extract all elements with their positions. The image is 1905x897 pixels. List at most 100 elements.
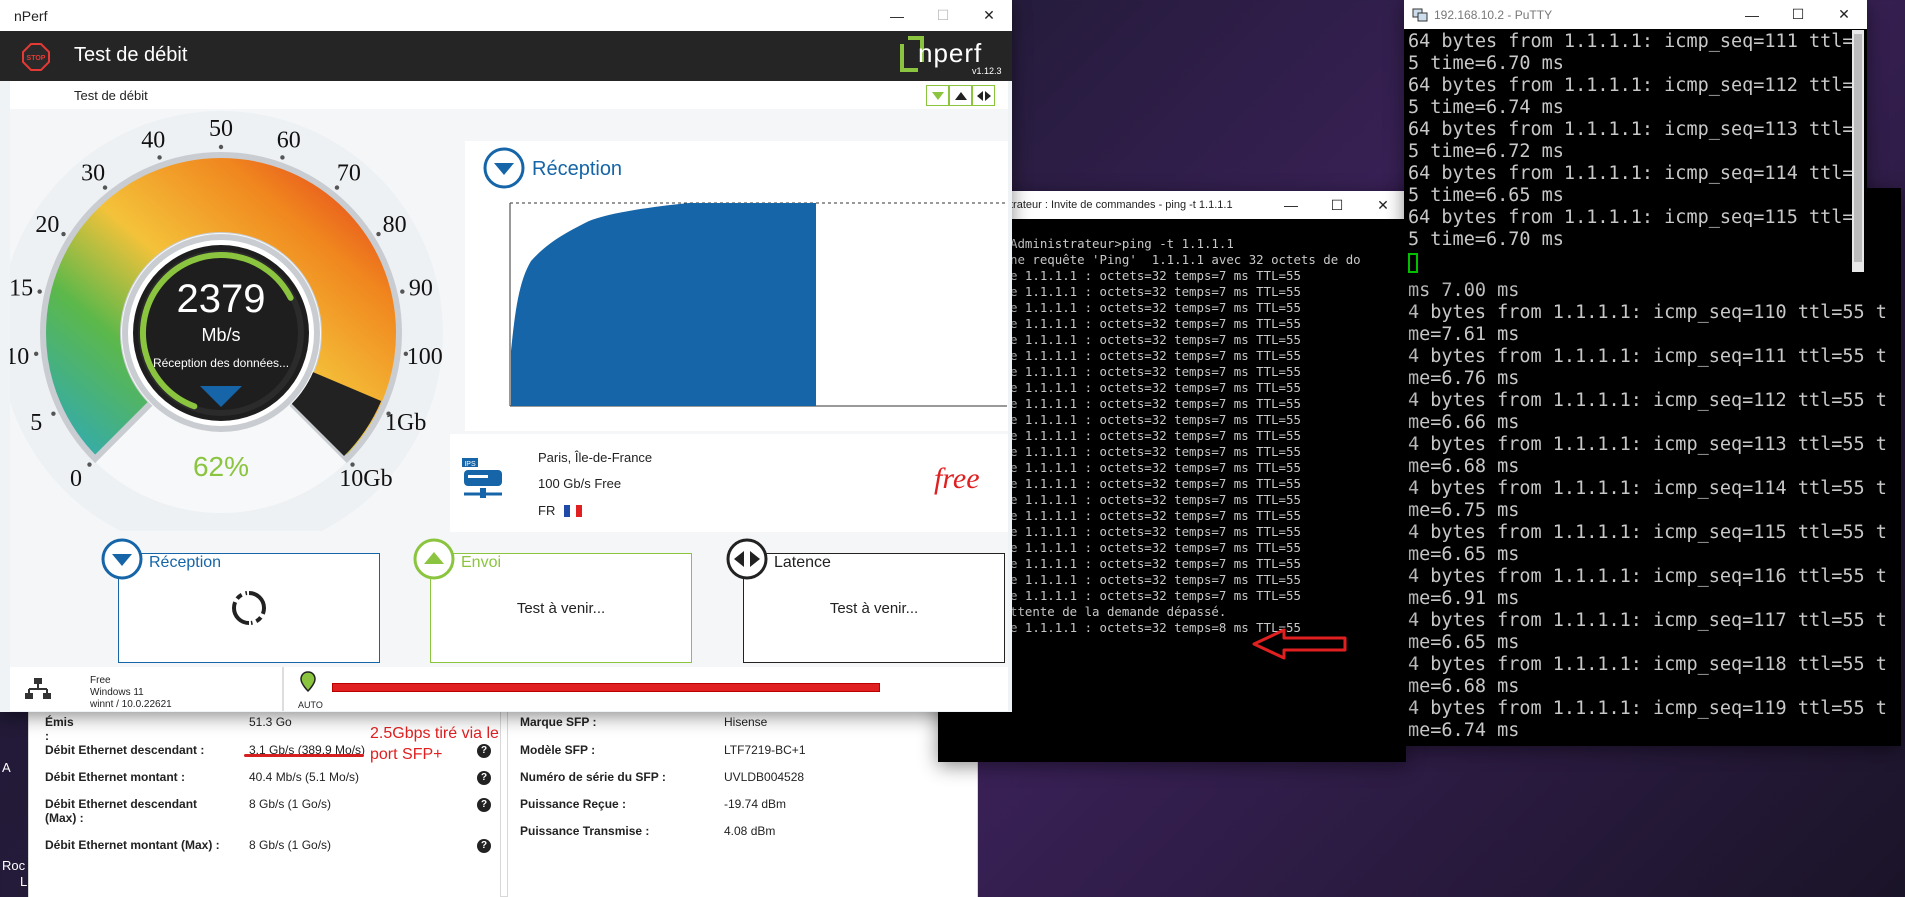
gauge-tick-mark (87, 462, 92, 467)
gauge-tick-label: 90 (409, 275, 433, 301)
server-info-panel: IPS Paris, Île-de-France 100 Gb/s Free F… (450, 434, 1008, 532)
terminal-line: me=6.65 ms (1408, 544, 1520, 565)
network-icon (24, 677, 52, 706)
terminal-line: 4 bytes from 1.1.1.1: icmp_seq=113 ttl=5… (1408, 434, 1887, 455)
terminal-line: 4 bytes from 1.1.1.1: icmp_seq=114 ttl=5… (1408, 478, 1887, 499)
terminal-line: e 1.1.1.1 : octets=32 temps=7 ms TTL=55 (1010, 332, 1301, 347)
maximize-icon[interactable]: ☐ (920, 0, 966, 31)
terminal-output: ms 7.00 ms 4 bytes from 1.1.1.1: icmp_seq… (1408, 280, 1894, 746)
server-city: Paris, Île-de-France (538, 450, 653, 465)
terminal-line: e 1.1.1.1 : octets=32 temps=7 ms TTL=55 (1010, 348, 1301, 363)
terminal-line: e 1.1.1.1 : octets=32 temps=7 ms TTL=55 (1010, 316, 1301, 331)
terminal-line: e 1.1.1.1 : octets=32 temps=7 ms TTL=55 (1010, 524, 1301, 539)
terminal-line: 4 bytes from 1.1.1.1: icmp_seq=115 ttl=5… (1408, 522, 1887, 543)
server-icon: IPS (460, 456, 506, 507)
maximize-icon[interactable]: ☐ (1314, 191, 1360, 219)
terminal-line: 4 bytes from 1.1.1.1: icmp_seq=112 ttl=5… (1408, 390, 1887, 411)
stat-value: 40.4 Mb/s (5.1 Mo/s) (249, 770, 360, 784)
terminal-line: e 1.1.1.1 : octets=32 temps=7 ms TTL=55 (1010, 508, 1301, 523)
minimize-icon[interactable]: — (874, 0, 920, 31)
progress-percent: 62% (192, 451, 250, 482)
speed-unit: Mb/s (201, 325, 241, 345)
desktop-icon-label: Roc (2, 858, 26, 873)
terminal-line: e 1.1.1.1 : octets=32 temps=7 ms TTL=55 (1010, 492, 1301, 507)
terminal-line: 5 time=6.72 ms (1408, 141, 1564, 162)
page-title: Test de débit (74, 44, 188, 66)
gauge-tick-label: 20 (35, 212, 59, 238)
nperf-logo: nperf v1.12.3 (900, 36, 1004, 76)
help-icon[interactable]: ? (477, 798, 491, 812)
help-icon[interactable]: ? (477, 771, 491, 785)
desktop-icon-label: L (20, 874, 28, 889)
terminal-line: e 1.1.1.1 : octets=32 temps=7 ms TTL=55 (1010, 380, 1301, 395)
maximize-icon[interactable]: ☐ (1775, 0, 1821, 29)
location-pin-icon (300, 671, 316, 698)
putty-window[interactable]: 192.168.10.2 - PuTTY — ☐ ✕ 64 bytes from… (1404, 0, 1867, 275)
putty-icon (1412, 8, 1428, 21)
terminal-line: e 1.1.1.1 : octets=32 temps=7 ms TTL=55 (1010, 540, 1301, 555)
terminal-line: e 1.1.1.1 : octets=32 temps=7 ms TTL=55 (1010, 556, 1301, 571)
terminal-output: Administrateur>ping -t 1.1.1.1 ne requête… (1010, 236, 1400, 736)
card-status: Test à venir... (829, 599, 919, 617)
terminal-line: me=6.65 ms (1408, 632, 1520, 653)
terminal-line: me=6.76 ms (1408, 368, 1520, 389)
gauge-tick-mark (376, 231, 381, 237)
gauge-tick-mark (350, 462, 355, 467)
terminal-output: 64 bytes from 1.1.1.1: icmp_seq=111 ttl=… (1408, 31, 1853, 263)
nperf-titlebar[interactable]: nPerf — ☐ ✕ (0, 0, 1012, 31)
stat-value: Hisense (724, 715, 768, 729)
gauge-tick-mark (218, 144, 224, 150)
terminal-line: e 1.1.1.1 : octets=32 temps=7 ms TTL=55 (1010, 572, 1301, 587)
gauge-tick-mark (386, 411, 391, 416)
close-icon[interactable]: ✕ (1360, 191, 1406, 219)
upload-card: Envoi Test à venir... (413, 538, 692, 663)
stat-label: Puissance Reçue : (520, 797, 627, 811)
close-icon[interactable]: ✕ (966, 0, 1012, 31)
annotation-text: 2.5Gbps tiré via le port SFP+ (370, 725, 499, 763)
terminal-line: e 1.1.1.1 : octets=32 temps=7 ms TTL=55 (1010, 300, 1301, 315)
terminal-line: me=6.74 ms (1408, 720, 1520, 741)
terminal-line: 5 time=6.70 ms (1408, 229, 1564, 250)
gauge-tick-label: 15 (10, 275, 33, 301)
stat-label: Numéro de série du SFP : (520, 770, 666, 784)
footer-build: winnt / 10.0.22621 (90, 699, 172, 710)
collapse-down-icon[interactable] (926, 85, 949, 106)
stat-label: Débit Ethernet montant (Max) : (45, 838, 220, 852)
gauge-tick-label: 80 (383, 212, 407, 238)
server-provider: 100 Gb/s Free (538, 476, 622, 491)
terminal-line: 5 time=6.74 ms (1408, 97, 1564, 118)
gauge-tick-label: 0 (70, 466, 82, 492)
terminal-line: 4 bytes from 1.1.1.1: icmp_seq=119 ttl=5… (1408, 698, 1887, 719)
ips-label: IPS (464, 461, 476, 468)
sub-title: Test de débit (74, 88, 148, 103)
server-country: FR (538, 503, 556, 518)
putty-titlebar[interactable]: 192.168.10.2 - PuTTY — ☐ ✕ (1404, 0, 1867, 29)
close-icon[interactable]: ✕ (1821, 0, 1867, 29)
scrollbar[interactable] (1852, 30, 1864, 272)
minimize-icon[interactable]: — (1268, 191, 1314, 219)
footer-mode: AUTO (298, 700, 323, 710)
isp-logo: free (934, 462, 980, 495)
minimize-icon[interactable]: — (1729, 0, 1775, 29)
terminal-line: me=6.75 ms (1408, 500, 1520, 521)
gauge-status: Réception des données... (152, 356, 290, 370)
terminal-line: 5 time=6.70 ms (1408, 53, 1564, 74)
desktop-icon-label: A (2, 760, 11, 775)
collapse-up-icon[interactable] (949, 85, 972, 106)
terminal-line: e 1.1.1.1 : octets=32 temps=7 ms TTL=55 (1010, 444, 1301, 459)
help-icon[interactable]: ? (477, 839, 491, 853)
terminal-line: e 1.1.1.1 : octets=32 temps=7 ms TTL=55 (1010, 412, 1301, 427)
terminal-line: ms 7.00 ms (1408, 280, 1520, 301)
terminal-line: 4 bytes from 1.1.1.1: icmp_seq=118 ttl=5… (1408, 654, 1887, 675)
terminal-line: 64 bytes from 1.1.1.1: icmp_seq=112 ttl=… (1408, 75, 1853, 96)
stat-label: Débit Ethernet descendant : (45, 743, 205, 757)
terminal-line: e 1.1.1.1 : octets=32 temps=7 ms TTL=55 (1010, 396, 1301, 411)
nperf-window[interactable]: nPerf — ☐ ✕ STOP Test de débit nperf v1.… (0, 0, 1012, 712)
speed-gauge: 0 5 10 15 20 30 40 50 60 70 80 90 100 1Gb 10Gb 2379 Mb… (0, 111, 465, 555)
stop-button[interactable]: STOP (22, 43, 50, 71)
stat-label: Émis : (45, 715, 74, 743)
expand-horizontal-icon[interactable] (972, 85, 995, 106)
reception-card: Réception (101, 538, 380, 663)
terminal-line: me=6.68 ms (1408, 456, 1520, 477)
terminal-line: me=6.66 ms (1408, 412, 1520, 433)
